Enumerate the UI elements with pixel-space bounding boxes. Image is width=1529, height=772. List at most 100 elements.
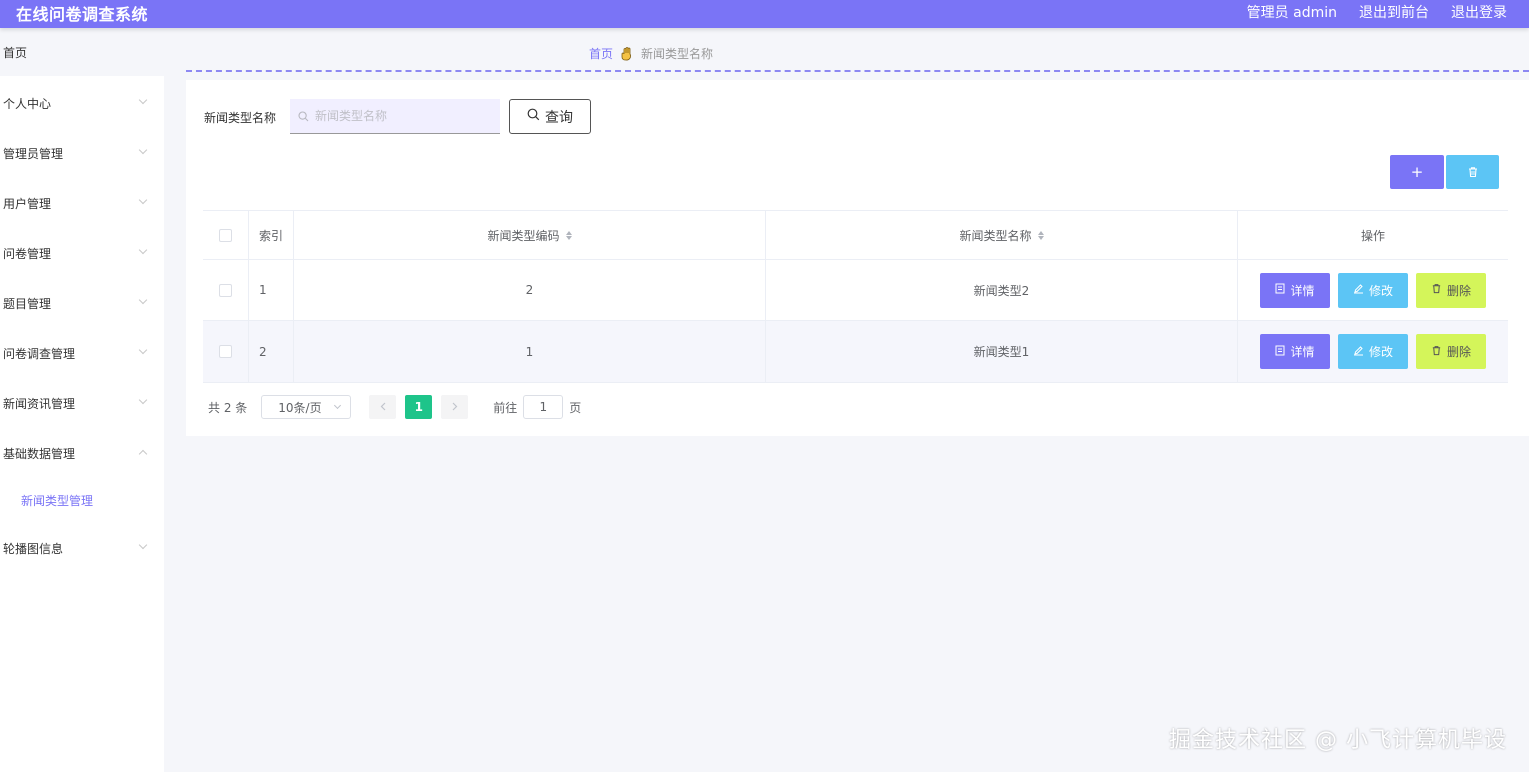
edit-button[interactable]: 修改	[1338, 272, 1408, 308]
search-field[interactable]	[290, 99, 500, 134]
code-cell: 2	[294, 260, 766, 320]
prev-page-button[interactable]	[369, 395, 397, 419]
chevron-down-icon	[138, 295, 148, 305]
sidebar-item-label: 用户管理	[3, 196, 52, 211]
chevron-right-icon	[452, 400, 458, 414]
goto-page-input[interactable]	[523, 395, 564, 419]
page-size-select[interactable]: 10条/页	[261, 395, 352, 419]
app-title: 在线问卷调查系统	[16, 5, 149, 24]
row-checkbox[interactable]	[219, 283, 232, 297]
name-cell: 新闻类型1	[766, 321, 1238, 382]
trash-icon	[1431, 345, 1442, 359]
row-checkbox[interactable]	[219, 345, 232, 358]
index-cell: 2	[249, 321, 294, 382]
chevron-down-icon	[138, 540, 148, 550]
sidebar-item-questionnaire-management[interactable]: 问卷管理	[0, 231, 164, 275]
breadcrumb: 首页 新闻类型名称	[589, 45, 713, 62]
pagination: 共 2 条 10条/页 1 前往 页	[208, 395, 581, 419]
exit-to-front-link[interactable]: 退出到前台	[1359, 2, 1429, 22]
sidebar-item-user-management[interactable]: 用户管理	[0, 181, 164, 225]
actions-cell: 详情 修改 删除	[1238, 321, 1508, 382]
pencil-icon	[1353, 283, 1364, 297]
select-all-checkbox[interactable]	[219, 228, 232, 242]
detail-button[interactable]: 详情	[1260, 272, 1330, 308]
edit-button[interactable]: 修改	[1338, 334, 1408, 369]
hand-icon	[621, 46, 633, 61]
trash-icon	[1431, 283, 1442, 297]
search-input[interactable]	[315, 109, 495, 123]
sort-icon[interactable]	[565, 230, 572, 240]
search-label: 新闻类型名称	[204, 111, 277, 125]
sidebar-item-label: 问卷调查管理	[3, 346, 76, 361]
sidebar-item-carousel-info[interactable]: 轮播图信息	[0, 526, 164, 570]
index-cell: 1	[249, 260, 294, 320]
search-icon	[527, 108, 540, 125]
add-button[interactable]: +	[1390, 155, 1444, 189]
header-actions: 操作	[1238, 211, 1508, 259]
sidebar-item-label: 问卷管理	[3, 246, 52, 261]
sidebar-item-admin-management[interactable]: 管理员管理	[0, 131, 164, 175]
goto-suffix: 页	[569, 400, 582, 415]
chevron-down-icon	[138, 145, 148, 155]
sidebar-item-label: 首页	[3, 45, 28, 60]
batch-delete-button[interactable]	[1446, 155, 1499, 189]
header-code[interactable]: 新闻类型编码	[294, 211, 766, 259]
current-user-label[interactable]: 管理员 admin	[1247, 2, 1337, 22]
row-checkbox-cell	[203, 260, 249, 320]
sidebar-item-question-management[interactable]: 题目管理	[0, 281, 164, 325]
divider	[186, 70, 1529, 72]
page-size-value: 10条/页	[278, 400, 322, 415]
trash-icon	[1467, 163, 1479, 182]
page-number-active[interactable]: 1	[405, 395, 433, 419]
top-navbar: 在线问卷调查系统 管理员 admin 退出到前台 退出登录	[0, 0, 1529, 28]
delete-button[interactable]: 删除	[1416, 272, 1486, 308]
row-checkbox-cell	[203, 321, 249, 382]
table-header-row: 索引 新闻类型编码 新闻类型名称 操作	[203, 210, 1508, 260]
logout-link[interactable]: 退出登录	[1451, 2, 1507, 22]
detail-label: 详情	[1290, 283, 1315, 298]
watermark: 掘金技术社区 @ 小飞计算机毕设	[1169, 728, 1507, 753]
detail-button[interactable]: 详情	[1260, 334, 1330, 369]
sidebar-item-label: 新闻资讯管理	[3, 396, 76, 411]
breadcrumb-home-link[interactable]: 首页	[589, 45, 613, 62]
chevron-left-icon	[380, 400, 386, 414]
delete-button[interactable]: 删除	[1416, 334, 1486, 369]
sidebar-item-personal-center[interactable]: 个人中心	[0, 81, 164, 125]
sort-icon[interactable]	[1037, 230, 1044, 240]
header-index: 索引	[249, 211, 294, 259]
chevron-down-icon	[138, 395, 148, 405]
sidebar-item-label: 题目管理	[3, 296, 52, 311]
goto-prefix: 前往	[493, 400, 518, 415]
header-checkbox-cell	[203, 211, 249, 259]
query-button-label: 查询	[545, 109, 573, 126]
document-icon	[1275, 283, 1285, 297]
table-row: 2 1 新闻类型1 详情 修改 删除	[203, 321, 1508, 383]
sidebar-item-basic-data-management[interactable]: 基础数据管理	[0, 431, 164, 475]
sidebar-item-news-management[interactable]: 新闻资讯管理	[0, 381, 164, 425]
breadcrumb-current: 新闻类型名称	[641, 47, 714, 61]
sidebar-item-label: 基础数据管理	[3, 446, 76, 461]
query-button[interactable]: 查询	[509, 99, 591, 134]
table-row: 1 2 新闻类型2 详情 修改 删除	[203, 260, 1508, 321]
header-name[interactable]: 新闻类型名称	[766, 211, 1238, 259]
sidebar-item-survey-management[interactable]: 问卷调查管理	[0, 331, 164, 375]
chevron-down-icon	[138, 195, 148, 205]
top-right-menu: 管理员 admin 退出到前台 退出登录	[1247, 2, 1507, 22]
total-count: 共 2 条	[208, 400, 248, 415]
name-cell: 新闻类型2	[766, 260, 1238, 320]
chevron-down-icon	[138, 95, 148, 105]
document-icon	[1275, 345, 1285, 359]
column-label: 新闻类型名称	[959, 228, 1032, 243]
sidebar-item-home[interactable]: 首页	[0, 28, 164, 76]
next-page-button[interactable]	[441, 395, 469, 419]
detail-label: 详情	[1290, 345, 1315, 359]
edit-label: 修改	[1368, 345, 1393, 359]
sidebar-subitem-news-type-management[interactable]: 新闻类型管理	[0, 480, 164, 520]
chevron-down-icon	[138, 345, 148, 355]
sidebar-item-label: 个人中心	[3, 96, 52, 111]
actions-cell: 详情 修改 删除	[1238, 260, 1508, 320]
sidebar-subitem-label: 新闻类型管理	[21, 493, 94, 508]
sidebar-item-label: 轮播图信息	[3, 541, 64, 556]
column-label: 索引	[259, 228, 284, 243]
delete-label: 删除	[1446, 345, 1471, 359]
